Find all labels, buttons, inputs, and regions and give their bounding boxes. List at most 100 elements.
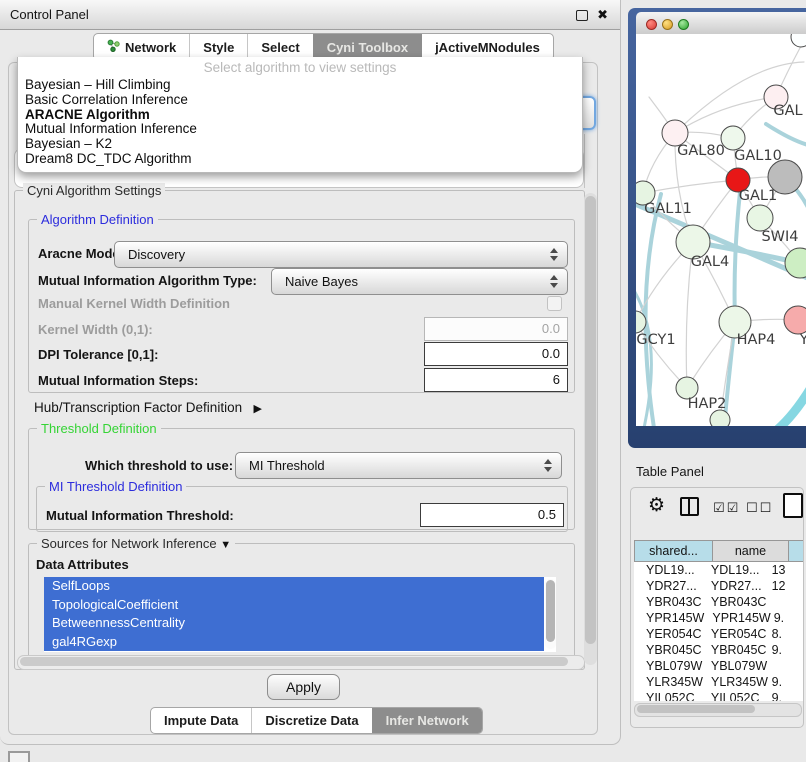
group-title: Algorithm Definition bbox=[37, 212, 158, 227]
attributes-vertical-scrollbar[interactable] bbox=[545, 579, 556, 649]
node-label: HAP4 bbox=[737, 332, 776, 348]
manual-kernel-checkbox[interactable] bbox=[547, 296, 562, 311]
network-node[interactable] bbox=[784, 306, 806, 334]
table-cell bbox=[769, 594, 803, 610]
zoom-traffic-light[interactable] bbox=[678, 19, 689, 30]
table-cell: YER054C bbox=[634, 626, 703, 642]
table-cell: YBL079W bbox=[703, 658, 769, 674]
table-row[interactable]: YBR043CYBR043C bbox=[634, 594, 803, 610]
table-cell: YER054C bbox=[703, 626, 769, 642]
mi-type-label: Mutual Information Algorithm Type: bbox=[38, 273, 257, 288]
resize-grip-box[interactable] bbox=[8, 751, 30, 762]
algorithm-option[interactable]: ARACNE Algorithm bbox=[18, 108, 582, 123]
table-row[interactable]: YDR27...YDR27...12 bbox=[634, 578, 803, 594]
attribute-item[interactable]: SelfLoops bbox=[44, 577, 544, 596]
algorithm-option[interactable]: Bayesian – K2 bbox=[18, 137, 582, 152]
table-cell: 8. bbox=[769, 626, 803, 642]
aracne-mode-select[interactable]: Discovery bbox=[114, 241, 568, 268]
table-cell: YBL079W bbox=[634, 658, 703, 674]
table-cell bbox=[769, 658, 803, 674]
columns-icon[interactable] bbox=[680, 497, 699, 516]
network-icon bbox=[107, 39, 120, 55]
spinner-arrows-icon bbox=[544, 458, 552, 473]
table-row[interactable]: YLR345WYLR345W9. bbox=[634, 674, 803, 690]
tab-label: Network bbox=[125, 40, 176, 55]
settings-horizontal-scrollbar[interactable] bbox=[17, 655, 585, 670]
table-row[interactable]: YIL052CYIL052C9. bbox=[634, 690, 803, 701]
close-traffic-light[interactable] bbox=[646, 19, 657, 30]
attribute-item[interactable]: gal4RGexp bbox=[44, 633, 544, 652]
group-title: Cyni Algorithm Settings bbox=[23, 183, 165, 198]
tab-label: Style bbox=[203, 40, 234, 55]
deselect-all-checkboxes-icon[interactable]: ☐☐ bbox=[746, 500, 773, 516]
tab-infer-network[interactable]: Infer Network bbox=[372, 708, 482, 733]
algorithm-option[interactable]: Dream8 DC_TDC Algorithm bbox=[18, 152, 582, 167]
network-node[interactable] bbox=[791, 34, 806, 47]
aracne-mode-value: Discovery bbox=[128, 242, 185, 267]
data-attributes-list[interactable]: SelfLoopsTopologicalCoefficientBetweenne… bbox=[44, 577, 556, 652]
attribute-item[interactable]: BetweennessCentrality bbox=[44, 614, 544, 633]
network-node[interactable] bbox=[785, 248, 806, 278]
table-row[interactable]: YDL19...YDL19...13 bbox=[634, 562, 803, 578]
network-graph[interactable]: GAL80GAL10GAL1GAL11SWI4GAL4GCY1HAP4HAP2G… bbox=[636, 34, 806, 426]
table-row[interactable]: YPR145WYPR145W9. bbox=[634, 610, 803, 626]
which-threshold-select[interactable]: MI Threshold bbox=[235, 452, 562, 479]
network-canvas[interactable]: GAL80GAL10GAL1GAL11SWI4GAL4GCY1HAP4HAP2G… bbox=[636, 34, 806, 426]
tab-discretize-data[interactable]: Discretize Data bbox=[251, 708, 371, 733]
table-horizontal-scrollbar[interactable] bbox=[634, 703, 802, 717]
table-cell: YLR345W bbox=[634, 674, 703, 690]
gear-icon[interactable]: ⚙ bbox=[648, 496, 665, 515]
manual-kernel-label: Manual Kernel Width Definition bbox=[38, 296, 230, 311]
dpi-tolerance-field[interactable]: 0.0 bbox=[424, 342, 568, 366]
tab-impute-data[interactable]: Impute Data bbox=[151, 708, 251, 733]
algorithm-option[interactable]: Mutual Information Inference bbox=[18, 122, 582, 137]
network-node[interactable] bbox=[710, 410, 730, 426]
table-cell: YPR145W bbox=[634, 610, 704, 626]
algorithm-option[interactable]: Basic Correlation Inference bbox=[18, 93, 582, 108]
table-cell: 9. bbox=[769, 674, 803, 690]
document-icon[interactable] bbox=[783, 493, 803, 518]
table-row[interactable]: YBR045CYBR045C9. bbox=[634, 642, 803, 658]
table-row[interactable]: YER054CYER054C8. bbox=[634, 626, 803, 642]
attribute-item[interactable]: TopologicalCoefficient bbox=[44, 596, 544, 615]
which-threshold-label: Which threshold to use: bbox=[85, 458, 233, 473]
table-cell: YBR045C bbox=[634, 642, 703, 658]
mi-steps-field[interactable]: 6 bbox=[424, 368, 568, 392]
column-header[interactable]: name bbox=[713, 540, 789, 562]
minimize-traffic-light[interactable] bbox=[662, 19, 673, 30]
table-panel: ⚙ ☑☑ ☐☐ shared...nameA YDL19...YDL19...1… bbox=[630, 487, 804, 728]
tab-label: Infer Network bbox=[386, 713, 469, 728]
mi-type-select[interactable]: Naive Bayes bbox=[271, 268, 568, 295]
node-label-partial: GAL bbox=[773, 103, 802, 119]
node-label: SWI4 bbox=[761, 229, 798, 245]
node-label: GAL80 bbox=[677, 143, 725, 159]
column-header[interactable]: A bbox=[789, 540, 804, 562]
select-all-checkboxes-icon[interactable]: ☑☑ bbox=[713, 500, 740, 516]
dpi-tolerance-value: 0.0 bbox=[542, 343, 560, 365]
sources-expander[interactable]: Sources for Network Inference ▼ bbox=[37, 536, 235, 551]
control-panel-titlebar: Control Panel ✖ bbox=[0, 0, 620, 30]
table-row[interactable]: YBL079WYBL079W bbox=[634, 658, 803, 674]
kernel-width-field[interactable]: 0.0 bbox=[424, 317, 568, 341]
network-window-titlebar bbox=[636, 12, 806, 35]
algorithm-placeholder: Select algorithm to view settings bbox=[18, 57, 582, 78]
spinner-arrows-icon bbox=[550, 274, 558, 289]
table-header-row: shared...nameA bbox=[634, 540, 804, 562]
mi-threshold-field[interactable]: 0.5 bbox=[420, 503, 564, 527]
data-attributes-label: Data Attributes bbox=[36, 557, 129, 572]
mi-steps-label: Mutual Information Steps: bbox=[38, 373, 198, 388]
table-cell: YIL052C bbox=[703, 690, 769, 701]
tab-label: Select bbox=[261, 40, 299, 55]
close-icon[interactable]: ✖ bbox=[597, 0, 608, 29]
mi-type-value: Naive Bayes bbox=[285, 269, 358, 294]
apply-button[interactable]: Apply bbox=[267, 674, 340, 700]
sources-title: Sources for Network Inference bbox=[41, 536, 217, 551]
hub-definition-expander[interactable]: Hub/Transcription Factor Definition ▶ bbox=[34, 399, 262, 417]
column-header[interactable]: shared... bbox=[634, 540, 713, 562]
settings-vertical-scrollbar[interactable] bbox=[584, 193, 597, 665]
table-cell: YBR043C bbox=[634, 594, 703, 610]
algorithm-option[interactable]: Bayesian – Hill Climbing bbox=[18, 78, 582, 93]
float-window-icon[interactable] bbox=[576, 10, 588, 21]
network-node-swi4[interactable] bbox=[747, 205, 773, 231]
kernel-width-label: Kernel Width (0,1): bbox=[38, 322, 153, 337]
